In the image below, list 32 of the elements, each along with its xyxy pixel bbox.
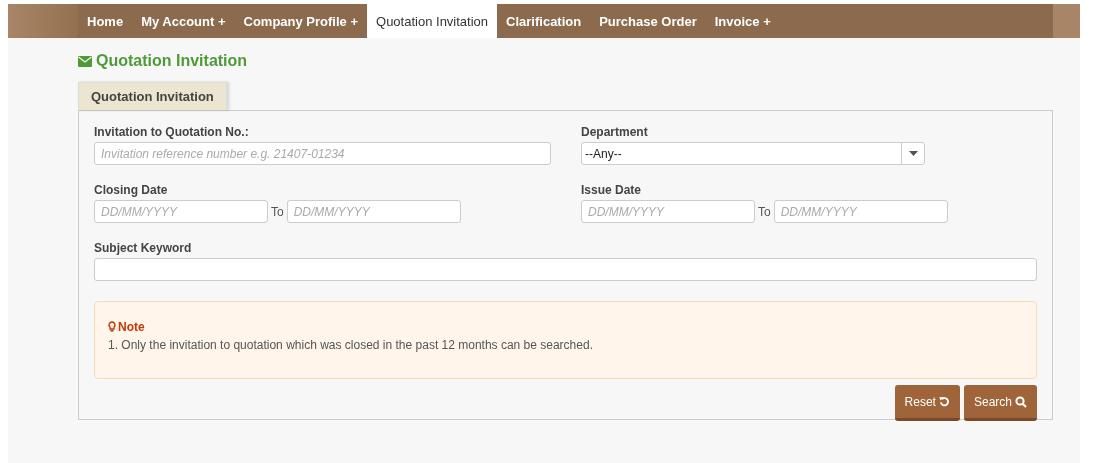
date-field[interactable]: DD/MM/YYYY: [94, 200, 268, 223]
form-tab[interactable]: Quotation Invitation: [78, 82, 227, 110]
nav-tab[interactable]: My Account +: [132, 4, 235, 38]
nav-tab[interactable]: Invoice +: [705, 4, 780, 38]
reset-icon: [938, 396, 950, 407]
quotation-number-field[interactable]: Invitation reference number e.g. 21407-01234: [94, 142, 551, 165]
nav-tab[interactable]: Clarification: [497, 4, 591, 38]
search-icon: [1015, 395, 1027, 408]
field-label: Subject Keyword: [94, 241, 192, 255]
field-label: Department: [581, 125, 648, 139]
page-title: Quotation Invitation: [96, 52, 248, 70]
to-label: To: [758, 204, 771, 219]
nav-tab[interactable]: Home: [78, 4, 133, 38]
date-field[interactable]: DD/MM/YYYY: [286, 200, 461, 223]
search-button[interactable]: Search: [963, 385, 1037, 421]
note-title: Note: [108, 319, 145, 334]
field-label: Invitation to Quotation No.:: [94, 125, 249, 139]
department-dropdown[interactable]: --Any--: [581, 142, 925, 165]
envelope-icon: [78, 55, 92, 67]
field-label: Issue Date: [581, 183, 642, 197]
date-field[interactable]: DD/MM/YYYY: [581, 200, 755, 223]
to-label: To: [271, 204, 284, 219]
caret-icon: [908, 151, 918, 156]
lightbulb-icon: [108, 321, 116, 332]
nav-tab[interactable]: Purchase Order: [590, 4, 706, 38]
reset-button[interactable]: Reset: [894, 385, 960, 421]
field-label: Closing Date: [94, 183, 168, 197]
nav-tab[interactable]: Company Profile +: [234, 4, 368, 38]
nav-tab[interactable]: Quotation Invitation: [367, 4, 498, 38]
date-field[interactable]: DD/MM/YYYY: [773, 200, 948, 223]
note-text: 1. Only the invitation to quotation which was closed in the past 12 months can be searched.: [108, 338, 594, 352]
subject-keyword-field[interactable]: [94, 258, 1037, 281]
